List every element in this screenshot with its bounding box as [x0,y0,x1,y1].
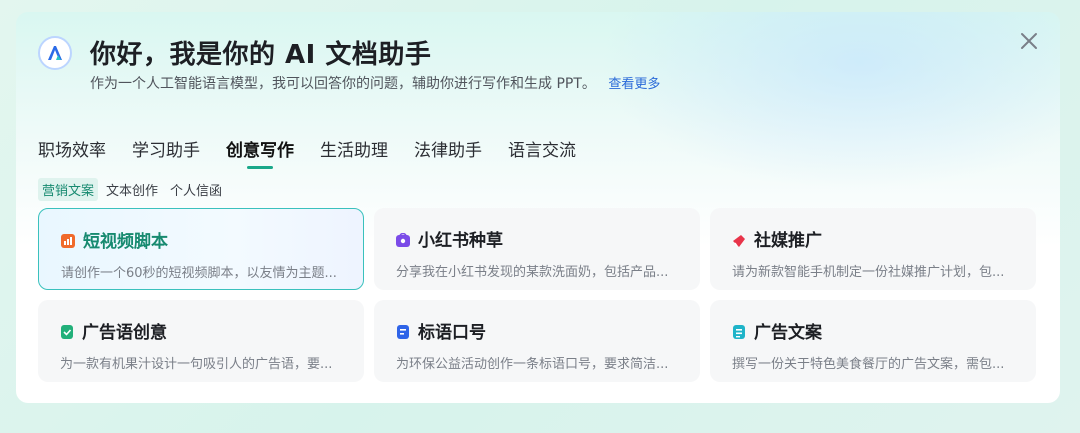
assistant-panel: 你好，我是你的 AI 文档助手 作为一个人工智能语言模型，我可以回答你的问题，辅… [16,12,1060,403]
card-title: 广告语创意 [82,323,167,343]
template-card[interactable]: 广告文案 撰写一份关于特色美食餐厅的广告文案，需包... [710,300,1036,382]
template-card[interactable]: 短视频脚本 请创作一个60秒的短视频脚本，以友情为主题... [38,208,364,290]
template-card[interactable]: 标语口号 为环保公益活动创作一条标语口号，要求简洁... [374,300,700,382]
tab-life[interactable]: 生活助理 [320,136,388,169]
text-doc-icon [732,324,746,339]
template-card[interactable]: 广告语创意 为一款有机果汁设计一句吸引人的广告语，要... [38,300,364,382]
tab-legal[interactable]: 法律助手 [414,136,482,169]
bag-icon [396,232,410,247]
tab-language[interactable]: 语言交流 [508,136,576,169]
category-tabs: 职场效率 学习助手 创意写作 生活助理 法律助手 语言交流 [38,136,576,169]
card-title: 小红书种草 [418,231,503,251]
megaphone-icon [732,232,746,247]
template-card[interactable]: 社媒推广 请为新款智能手机制定一份社媒推广计划，包... [710,208,1036,290]
page-title: 你好，我是你的 AI 文档助手 [90,40,432,70]
card-description: 为一款有机果汁设计一句吸引人的广告语，要... [60,357,333,372]
check-doc-icon [60,324,74,339]
card-description: 撰写一份关于特色美食餐厅的广告文案，需包... [732,357,1005,372]
card-description: 为环保公益活动创作一条标语口号，要求简洁... [396,357,669,372]
close-icon[interactable] [1018,30,1040,52]
template-card[interactable]: 小红书种草 分享我在小红书发现的某款洗面奶，包括产品... [374,208,700,290]
page-subtitle: 作为一个人工智能语言模型，我可以回答你的问题，辅助你进行写作和生成 PPT。 查… [90,73,660,93]
subtitle-text: 作为一个人工智能语言模型，我可以回答你的问题，辅助你进行写作和生成 PPT。 [90,76,596,92]
view-more-link[interactable]: 查看更多 [608,77,660,92]
card-title: 社媒推广 [754,231,822,251]
tab-creative-writing[interactable]: 创意写作 [226,136,294,169]
subtab-text-creation[interactable]: 文本创作 [102,178,162,201]
template-grid: 短视频脚本 请创作一个60秒的短视频脚本，以友情为主题... 小红书种草 分享我… [38,208,1036,382]
doc-icon [396,324,410,339]
card-description: 分享我在小红书发现的某款洗面奶，包括产品... [396,265,669,280]
chart-doc-icon [61,233,75,248]
card-title: 短视频脚本 [83,232,168,252]
card-title: 标语口号 [418,323,486,343]
card-description: 请创作一个60秒的短视频脚本，以友情为主题... [61,266,337,281]
tab-study[interactable]: 学习助手 [132,136,200,169]
subcategory-tabs: 营销文案 文本创作 个人信函 [38,178,226,201]
assistant-logo-icon [38,36,72,70]
subtab-personal-letter[interactable]: 个人信函 [166,178,226,201]
tab-workplace[interactable]: 职场效率 [38,136,106,169]
card-title: 广告文案 [754,323,822,343]
subtab-marketing[interactable]: 营销文案 [38,178,99,201]
card-description: 请为新款智能手机制定一份社媒推广计划，包... [732,265,1005,280]
